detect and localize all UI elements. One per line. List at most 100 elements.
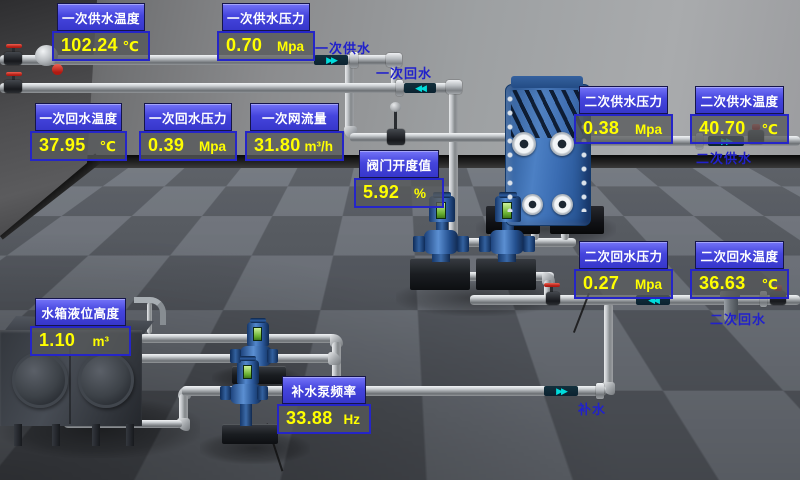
- gauge-value-box: 102.24 ℃: [52, 31, 150, 61]
- gauge-title: 阀门开度值: [359, 150, 439, 178]
- pump-flange: [479, 236, 491, 252]
- circulation-pump-2[interactable]: [490, 230, 524, 254]
- gauge-value-box: 40.70 ℃: [690, 114, 789, 144]
- pipe-primary-to-exchanger: [350, 133, 518, 142]
- exchanger-port: [522, 194, 543, 215]
- gauge-unit: ℃: [100, 139, 116, 155]
- gauge-value: 31.80: [254, 135, 301, 156]
- flow-left-icon: ◀◀: [404, 83, 436, 93]
- gauge-value-box: 33.88 Hz: [277, 404, 371, 434]
- gauge-value-box: 31.80m³/h: [245, 131, 344, 161]
- control-valve[interactable]: [387, 129, 405, 145]
- exchanger-top-frame: [511, 76, 583, 88]
- pipe-primary-supply-drop: [345, 60, 354, 136]
- gauge-value: 36.63: [699, 273, 746, 294]
- pipe-tank-to-pump: [136, 354, 234, 363]
- gauge-unit: ℃: [762, 122, 778, 138]
- valve-handle: [6, 44, 22, 48]
- gauge-title: 二次回水温度: [695, 241, 784, 269]
- drain-valve[interactable]: [52, 64, 63, 75]
- exchanger-bolts: [507, 94, 513, 212]
- pump-motor-cap: [250, 318, 266, 323]
- pipe-pump-discharge: [272, 354, 334, 363]
- pipe-label-primary-return: 一次回水: [376, 63, 432, 82]
- tank-manhole: [12, 352, 68, 408]
- pump-base: [410, 258, 470, 290]
- gauge-value: 5.92: [363, 182, 399, 203]
- gauge-secondary-return-pressure: 二次回水压力 0.27 Mpa: [574, 241, 673, 299]
- pipe-label-secondary-return: 二次回水: [710, 309, 766, 328]
- pump-status-window: [253, 327, 262, 341]
- control-valve-actuator[interactable]: [390, 102, 401, 112]
- gauge-tank-level: 水箱液位高度 1.10m³: [30, 298, 131, 356]
- pump-foot: [240, 404, 252, 426]
- pump-flange: [457, 236, 469, 252]
- pipe-flange: [596, 383, 604, 399]
- tank-leg: [92, 424, 100, 446]
- gauge-value-box: 0.39 Mpa: [139, 131, 237, 161]
- gauge-title: 一次供水压力: [222, 3, 310, 31]
- gauge-value: 0.27: [583, 273, 619, 294]
- gauge-secondary-supply-pressure: 二次供水压力 0.38 Mpa: [574, 86, 673, 144]
- gauge-unit: Mpa: [199, 139, 226, 154]
- gauge-unit: Mpa: [277, 39, 304, 54]
- pump-motor-cap: [240, 356, 256, 361]
- gauge-value: 102.24: [61, 35, 118, 56]
- pump-flange: [267, 349, 278, 363]
- valve-handle: [6, 72, 22, 76]
- gauge-unit: ℃: [762, 277, 778, 293]
- gauge-value: 0.39: [148, 135, 184, 156]
- gauge-title: 一次回水压力: [144, 103, 232, 131]
- valve-primary-supply-inlet[interactable]: [4, 52, 22, 65]
- gauge-unit: Hz: [344, 412, 361, 427]
- gauge-unit: %: [414, 186, 426, 201]
- gauge-secondary-return-temp: 二次回水温度 36.63 ℃: [690, 241, 789, 299]
- pump-flange: [220, 386, 231, 400]
- gauge-valve-opening: 阀门开度值 5.92%: [354, 150, 444, 208]
- gauge-primary-return-pressure: 一次回水压力 0.39 Mpa: [139, 103, 237, 161]
- gauge-unit: Mpa: [635, 277, 662, 292]
- gauge-secondary-supply-temp: 二次供水温度 40.70 ℃: [690, 86, 789, 144]
- gauge-title: 一次供水温度: [57, 3, 145, 31]
- gauge-title: 补水泵频率: [282, 376, 366, 404]
- gauge-value-box: 36.63 ℃: [690, 269, 789, 299]
- pipe-flange: [396, 80, 403, 96]
- gauge-value-box: 37.95 ℃: [30, 131, 127, 161]
- gauge-title: 水箱液位高度: [35, 298, 126, 326]
- gauge-value: 0.38: [583, 118, 619, 139]
- pipe-label-makeup-water: 补水: [578, 399, 606, 418]
- gauge-value: 33.88: [286, 408, 333, 429]
- gauge-unit: ℃: [123, 39, 139, 55]
- pipe-tank-upper: [140, 334, 336, 343]
- gauge-title: 二次供水温度: [695, 86, 784, 114]
- gauge-value-box: 0.70Mpa: [217, 31, 315, 61]
- gauge-value: 1.10: [39, 330, 75, 351]
- pump-status-window: [243, 365, 252, 379]
- gauge-title: 二次回水压力: [579, 241, 668, 269]
- pump-flange: [523, 236, 535, 252]
- gauge-title: 二次供水压力: [579, 86, 668, 114]
- pipe-primary-return: [0, 83, 455, 93]
- gauge-title: 一次回水温度: [35, 103, 122, 131]
- pump-base: [476, 258, 536, 290]
- valve-secondary-return[interactable]: [546, 292, 560, 305]
- tank-leg: [126, 424, 134, 446]
- gauge-value: 37.95: [39, 135, 86, 156]
- circulation-pump-1[interactable]: [424, 230, 458, 254]
- gauge-unit: Mpa: [635, 122, 662, 137]
- gauge-title: 一次网流量: [250, 103, 339, 131]
- gauge-primary-return-temp: 一次回水温度 37.95 ℃: [30, 103, 127, 161]
- gauge-value: 40.70: [699, 118, 746, 139]
- pipe-label-secondary-supply: 二次供水: [696, 148, 752, 167]
- gauge-primary-supply-pressure: 一次供水压力 0.70Mpa: [217, 3, 315, 61]
- pump-base: [222, 424, 278, 444]
- gauge-value-box: 1.10m³: [30, 326, 131, 356]
- pipe-coupling: [446, 80, 462, 94]
- exchanger-plates: [511, 90, 583, 138]
- valve-handle: [544, 283, 560, 287]
- valve-primary-return-outlet[interactable]: [4, 80, 22, 93]
- gauge-primary-supply-temp: 一次供水温度 102.24 ℃: [52, 3, 150, 61]
- pump-flange: [413, 236, 425, 252]
- tank-leg: [14, 424, 22, 446]
- hmi-heat-exchange-station-screen: ▶▶ ◀◀ ▶▶ ◀◀ ▶▶: [0, 0, 800, 480]
